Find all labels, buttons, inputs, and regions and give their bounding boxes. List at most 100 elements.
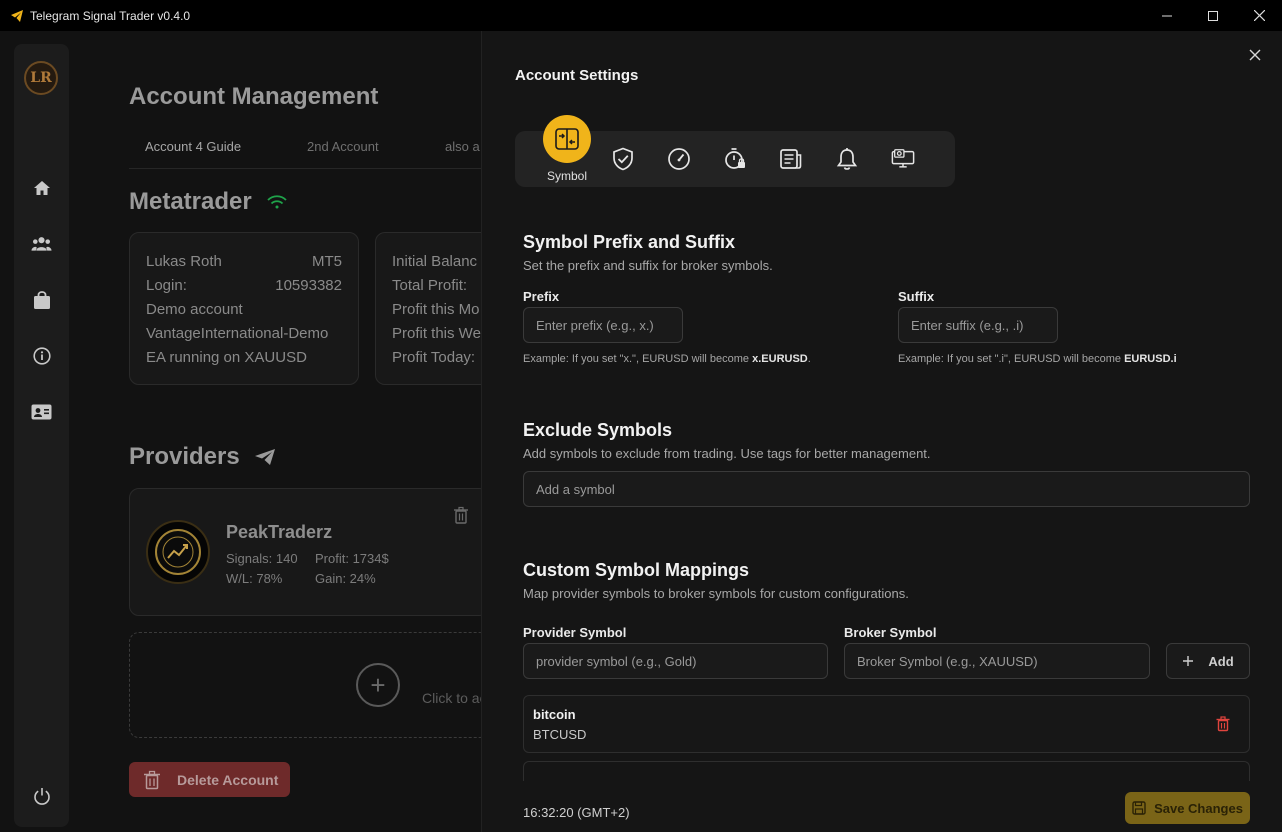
mappings-description: Map provider symbols to broker symbols f…: [523, 586, 909, 601]
mapping-provider-symbol: bitcoin: [533, 707, 576, 722]
stat-profit-month: Profit this Mo: [392, 301, 480, 318]
shopping-bag-icon[interactable]: [31, 289, 52, 310]
add-provider-text: Click to ac: [422, 690, 487, 706]
tab-terminal[interactable]: [891, 147, 915, 171]
add-mapping-label: Add: [1208, 653, 1234, 669]
broker-symbol-input[interactable]: [844, 643, 1150, 679]
timer-lock-icon: [725, 148, 745, 169]
tab-2nd-account[interactable]: 2nd Account: [307, 139, 379, 154]
prefix-example-result: x.EURUSD: [752, 353, 808, 365]
speedometer-icon: [668, 148, 690, 170]
stat-initial-balance: Initial Balanc: [392, 253, 478, 270]
prefix-suffix-description: Set the prefix and suffix for broker sym…: [523, 258, 773, 273]
tab-timing[interactable]: [723, 147, 747, 171]
platform-badge: MT5: [312, 253, 342, 270]
trash-icon[interactable]: [1215, 716, 1231, 732]
provider-card[interactable]: PeakTraderz Signals: 140 Profit: 1734$ W…: [129, 488, 489, 616]
shield-check-icon: [613, 147, 633, 171]
maximize-button[interactable]: [1190, 0, 1236, 31]
bell-icon: [836, 148, 858, 170]
trash-icon[interactable]: [453, 506, 469, 524]
newspaper-icon: [780, 149, 802, 169]
provider-symbol-label: Provider Symbol: [523, 625, 627, 640]
account-management-view: Account Management Account 4 Guide 2nd A…: [70, 31, 515, 832]
tab-risk[interactable]: [667, 147, 691, 171]
prefix-input[interactable]: [523, 307, 683, 343]
tab-security[interactable]: [611, 147, 635, 171]
panel-footer: 16:32:20 (GMT+2) Save Changes: [482, 783, 1282, 832]
server-name: VantageInternational-Demo: [146, 325, 329, 342]
provider-gain: Gain: 24%: [315, 571, 376, 586]
stat-profit-week: Profit this We: [392, 325, 481, 342]
tab-news[interactable]: [779, 147, 803, 171]
prefix-suffix-title: Symbol Prefix and Suffix: [523, 232, 736, 252]
trash-icon: [144, 770, 160, 789]
monitor-screenshot-icon: [891, 149, 915, 168]
suffix-example-text: Example: If you set ".i", EURUSD will be…: [898, 353, 1125, 365]
tab-also-a[interactable]: also a: [445, 139, 480, 154]
delete-account-label: Delete Account: [177, 771, 279, 788]
info-icon[interactable]: [31, 345, 52, 366]
mapping-row-partial: [523, 761, 1250, 781]
tab-symbol[interactable]: [543, 115, 591, 163]
prefix-label: Prefix: [523, 289, 560, 304]
suffix-label: Suffix: [898, 289, 935, 304]
users-icon[interactable]: [31, 233, 52, 254]
metatrader-header: Metatrader: [129, 188, 288, 216]
mappings-title: Custom Symbol Mappings: [523, 560, 750, 580]
plus-icon: [1183, 656, 1194, 666]
account-info-card: Lukas Roth MT5 Login: 10593382 Demo accoun…: [129, 232, 359, 385]
clock-display: 16:32:20 (GMT+2): [523, 805, 630, 820]
provider-symbol-input[interactable]: [523, 643, 828, 679]
login-value: 10593382: [275, 277, 342, 294]
provider-name: PeakTraderz: [226, 522, 333, 542]
logo-text: LR: [30, 70, 52, 86]
delete-account-button[interactable]: Delete Account: [129, 762, 290, 797]
sidebar: LR: [14, 44, 69, 827]
telegram-icon: [11, 9, 23, 22]
tab-symbol-label: Symbol: [547, 169, 588, 183]
close-icon[interactable]: [1248, 48, 1262, 62]
stat-total-profit: Total Profit:: [392, 277, 468, 294]
suffix-example: Example: If you set ".i", EURUSD will be…: [898, 353, 1177, 365]
suffix-input[interactable]: [898, 307, 1058, 343]
provider-signals: Signals: 140: [226, 551, 298, 566]
title-bar: Telegram Signal Trader v0.4.0: [0, 0, 1282, 31]
save-changes-button[interactable]: Save Changes: [1125, 792, 1250, 824]
symbol-swap-icon: [555, 128, 579, 150]
add-provider-card[interactable]: + Click to ac: [129, 632, 489, 738]
prefix-example-text: Example: If you set "x.", EURUSD will be…: [523, 353, 753, 365]
providers-title: Providers: [129, 443, 240, 470]
power-icon[interactable]: [31, 785, 52, 806]
provider-win-loss: W/L: 78%: [226, 571, 283, 586]
app-window: LR Account Management Account 4 Guide 2n…: [0, 31, 1282, 832]
minimize-icon: [1162, 15, 1172, 16]
save-icon: [1132, 801, 1146, 815]
home-icon[interactable]: [31, 177, 52, 198]
broker-symbol-label: Broker Symbol: [844, 625, 937, 640]
close-window-button[interactable]: [1236, 0, 1282, 31]
suffix-example-result: EURUSD.i: [1124, 353, 1177, 365]
minimize-button[interactable]: [1144, 0, 1190, 31]
provider-profit: Profit: 1734$: [315, 551, 389, 566]
plus-icon: +: [356, 663, 400, 707]
provider-avatar: [146, 520, 210, 584]
exclude-symbols-description: Add symbols to exclude from trading. Use…: [523, 446, 931, 461]
prefix-example: Example: If you set "x.", EURUSD will be…: [523, 353, 811, 365]
app-logo: LR: [24, 61, 58, 95]
wifi-connected-icon: [267, 195, 287, 209]
providers-header: Providers: [129, 443, 276, 471]
account-name: Lukas Roth: [146, 253, 222, 270]
page-title: Account Management: [129, 83, 379, 110]
exclude-symbol-input[interactable]: [523, 471, 1250, 507]
login-label: Login:: [146, 277, 187, 294]
exclude-symbols-title: Exclude Symbols: [523, 420, 673, 440]
tab-account-4-guide[interactable]: Account 4 Guide: [145, 139, 241, 154]
close-icon: [1253, 10, 1265, 21]
account-type: Demo account: [146, 301, 243, 318]
maximize-icon: [1208, 10, 1218, 21]
add-mapping-button[interactable]: Add: [1166, 643, 1250, 679]
mapping-row: bitcoin BTCUSD: [523, 695, 1250, 753]
contact-card-icon[interactable]: [31, 401, 52, 422]
tab-notifications[interactable]: [835, 147, 859, 171]
